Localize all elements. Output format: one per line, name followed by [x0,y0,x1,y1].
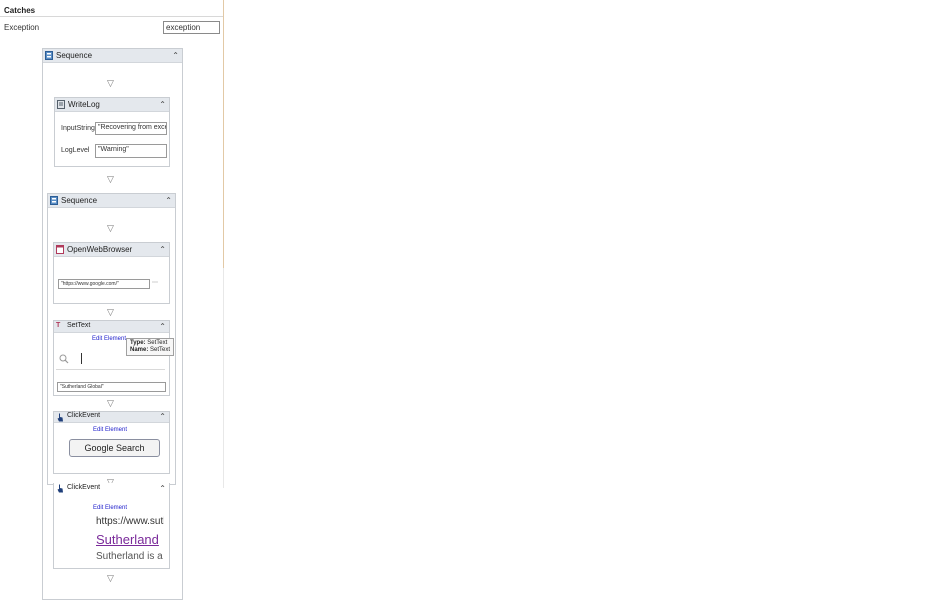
settext-value-field[interactable]: "Sutherland Global" [57,382,166,392]
settext-title: SetText [67,322,91,329]
sequence-inner-title: Sequence [61,196,98,205]
browse-ellipsis-icon[interactable]: ⋯ [152,279,158,286]
browser-icon [56,245,64,254]
double-chevron-up-icon[interactable]: ⌃ [159,321,166,332]
sequence-outer-header[interactable]: Sequence ⌃ [43,49,182,63]
inputstring-field[interactable]: "Recovering from exce [95,122,167,135]
panel-border-top [223,0,224,268]
exception-label: Exception [4,23,40,32]
double-chevron-up-icon[interactable]: ⌃ [159,483,166,494]
sequence-inner-header[interactable]: Sequence ⌃ [48,194,175,208]
sequence-icon [50,196,58,205]
settext-tooltip: Type: SetText Name: SetText [126,338,175,356]
settext-divider [56,369,165,370]
preview-text: Sutherland is a [96,551,163,562]
preview-link[interactable]: Sutherland [96,532,164,547]
edit-element-link[interactable]: Edit Element [92,336,126,342]
catches-header: Catches [4,6,36,15]
workflow-designer-panel: Catches Exception exception Sequence ⌃ ▽… [0,0,224,600]
clickevent-1-title: ClickEvent [67,412,101,419]
writelog-icon [57,100,65,109]
down-triangle-icon: ▽ [107,78,114,88]
openwebbrowser-title: OpenWebBrowser [67,245,133,254]
clickevent-2-header[interactable]: ClickEvent ⌃ [54,483,169,494]
tooltip-name-label: Name: [130,347,149,353]
double-chevron-up-icon[interactable]: ⌃ [159,243,166,256]
down-triangle-icon: ▽ [107,307,114,317]
google-search-button-preview[interactable]: Google Search [69,439,160,457]
down-triangle-icon: ▽ [107,223,114,233]
openwebbrowser-activity[interactable]: OpenWebBrowser ⌃ [53,242,170,304]
hand-pointer-icon [57,413,63,422]
down-triangle-icon: ▽ [107,398,114,408]
writelog-header[interactable]: WriteLog ⌃ [55,98,169,112]
double-chevron-up-icon[interactable]: ⌃ [159,98,166,111]
catches-divider [0,16,223,17]
edit-element-link[interactable]: Edit Element [93,427,127,433]
loglevel-field[interactable]: "Warning" [95,144,167,158]
text-cursor [81,353,82,364]
exception-field[interactable]: exception [163,21,220,34]
magnifier-icon [59,354,69,364]
sequence-icon [45,51,53,60]
clickevent-1-header[interactable]: ClickEvent ⌃ [54,412,169,423]
settext-header[interactable]: T SetText ⌃ [54,321,169,333]
tooltip-name-value: SetText [150,347,171,353]
down-triangle-icon: ▽ [107,573,114,583]
clickevent-2-title: ClickEvent [67,484,101,491]
down-triangle-icon: ▽ [107,174,114,184]
openwebbrowser-header[interactable]: OpenWebBrowser ⌃ [54,243,169,257]
sequence-outer-title: Sequence [56,51,93,60]
edit-element-link[interactable]: Edit Element [93,505,127,511]
loglevel-label: LogLevel [61,147,90,154]
url-field[interactable]: "https://www.google.com/" [58,279,150,289]
double-chevron-up-icon[interactable]: ⌃ [172,49,179,62]
tooltip-type-value: SetText [147,340,168,346]
preview-url: https://www.sutl [96,516,164,527]
inputstring-label: InputString [61,125,95,132]
panel-border-mid [223,268,224,488]
tooltip-type-label: Type: [130,340,146,346]
hand-pointer-icon [57,484,63,493]
double-chevron-up-icon[interactable]: ⌃ [159,412,166,422]
double-chevron-up-icon[interactable]: ⌃ [165,194,172,207]
writelog-title: WriteLog [68,100,100,109]
settext-icon: T [56,322,61,329]
